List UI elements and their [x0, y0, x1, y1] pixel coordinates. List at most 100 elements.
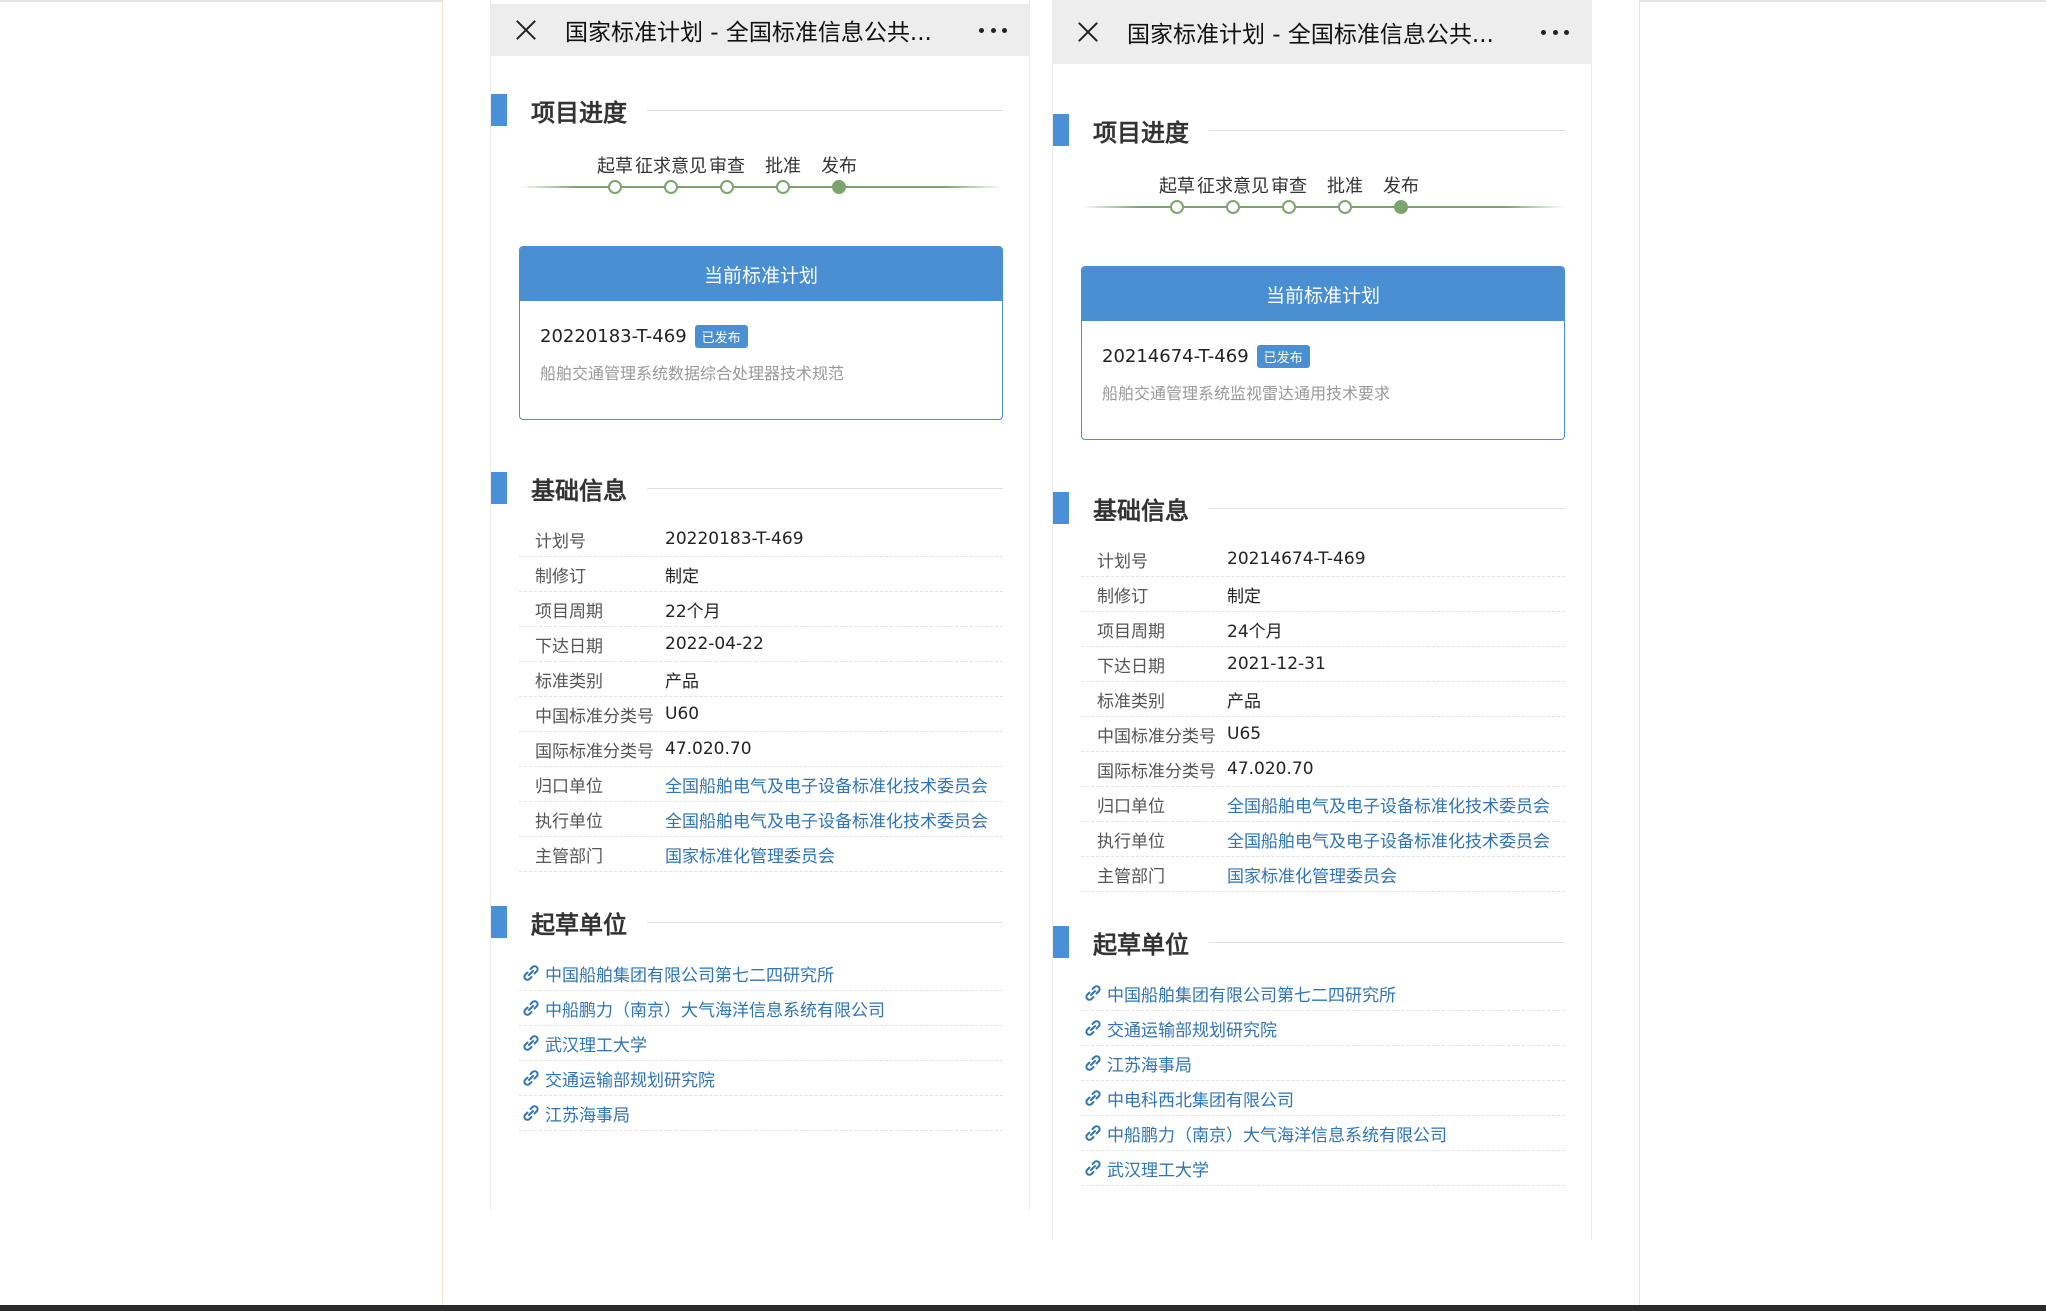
link-icon [1081, 1158, 1105, 1178]
progress-step-dot [1394, 200, 1408, 214]
drafting-unit-name[interactable]: 交通运输部规划研究院 [1107, 1016, 1277, 1041]
status-badge: 已发布 [694, 325, 748, 348]
info-value-link[interactable]: 全国船舶电气及电子设备标准化技术委员会 [665, 807, 988, 832]
info-row[interactable]: 执行单位 全国船舶电气及电子设备标准化技术委员会 [1081, 822, 1565, 857]
info-label: 项目周期 [1097, 621, 1165, 642]
current-plan-header: 当前标准计划 [1082, 267, 1564, 321]
drafting-unit-name[interactable]: 中电科西北集团有限公司 [1107, 1086, 1294, 1111]
bottom-strip [0, 1305, 2046, 1311]
drafting-unit-name[interactable]: 武汉理工大学 [1107, 1156, 1209, 1181]
info-label: 标准类别 [1097, 691, 1165, 712]
section-title: 起草单位 [531, 910, 627, 939]
drafting-unit-name[interactable]: 中国船舶集团有限公司第七二四研究所 [1107, 981, 1396, 1006]
progress-step-label: 审查 [1271, 176, 1307, 197]
progress-step-label: 批准 [765, 156, 801, 177]
drafting-unit-item[interactable]: 交通运输部规划研究院 [519, 1061, 1003, 1096]
divider [1209, 941, 1565, 943]
drafting-unit-item[interactable]: 武汉理工大学 [519, 1026, 1003, 1061]
info-value: 20214674-T-469 [1227, 549, 1366, 569]
progress-step-dot [1282, 200, 1296, 214]
info-label: 标准类别 [535, 671, 603, 692]
info-value-link[interactable]: 全国船舶电气及电子设备标准化技术委员会 [1227, 792, 1550, 817]
plan-number: 20220183-T-469 [540, 326, 687, 347]
drafting-unit-name[interactable]: 中船鹏力（南京）大气海洋信息系统有限公司 [1107, 1121, 1447, 1146]
section-header-drafting: 起草单位 [1053, 922, 1565, 962]
close-icon[interactable] [1071, 15, 1105, 49]
section-marker [491, 94, 507, 126]
info-row: 国际标准分类号 47.020.70 [1081, 752, 1565, 787]
drafting-unit-item[interactable]: 中国船舶集团有限公司第七二四研究所 [519, 956, 1003, 991]
info-value: 47.020.70 [1227, 759, 1314, 779]
drafting-unit-item[interactable]: 武汉理工大学 [1081, 1151, 1565, 1186]
section-header-progress: 项目进度 [1053, 110, 1565, 150]
info-row: 制修订 制定 [519, 557, 1003, 592]
drafting-unit-name[interactable]: 武汉理工大学 [545, 1031, 647, 1056]
section-header-progress: 项目进度 [491, 90, 1003, 130]
info-value-link[interactable]: 全国船舶电气及电子设备标准化技术委员会 [665, 772, 988, 797]
progress-line [1081, 206, 1565, 208]
progress-step-label: 征求意见 [635, 156, 707, 177]
progress-step-dot [720, 180, 734, 194]
info-value-link[interactable]: 国家标准化管理委员会 [1227, 862, 1397, 887]
link-icon [1081, 983, 1105, 1003]
drafting-unit-item[interactable]: 中电科西北集团有限公司 [1081, 1081, 1565, 1116]
drafting-unit-item[interactable]: 中船鹏力（南京）大气海洋信息系统有限公司 [519, 991, 1003, 1026]
info-row[interactable]: 归口单位 全国船舶电气及电子设备标准化技术委员会 [1081, 787, 1565, 822]
info-value: 制定 [665, 566, 699, 587]
link-icon [1081, 1088, 1105, 1108]
info-label: 下达日期 [535, 636, 603, 657]
info-label: 计划号 [535, 531, 586, 552]
page-title: 国家标准计划 - 全国标准信息公共... [565, 20, 932, 46]
info-value-link[interactable]: 国家标准化管理委员会 [665, 842, 835, 867]
info-value: 产品 [665, 671, 699, 692]
current-plan-card[interactable]: 当前标准计划 20214674-T-469 已发布 船舶交通管理系统监视雷达通用… [1081, 266, 1565, 440]
divider [1209, 507, 1565, 509]
info-label: 主管部门 [1097, 866, 1165, 887]
link-icon [519, 1033, 543, 1053]
progress-step-label: 批准 [1327, 176, 1363, 197]
section-marker [1053, 926, 1069, 958]
drafting-unit-name[interactable]: 中国船舶集团有限公司第七二四研究所 [545, 961, 834, 986]
link-icon [519, 998, 543, 1018]
divider [647, 921, 1003, 923]
drafting-unit-name[interactable]: 江苏海事局 [1107, 1051, 1192, 1076]
divider [1209, 129, 1565, 131]
drafting-unit-item[interactable]: 江苏海事局 [519, 1096, 1003, 1131]
section-marker [491, 906, 507, 938]
phone-screenshot-right: 国家标准计划 - 全国标准信息公共... 项目进度 起草 征求意见 审查 批准 发布 当… [1052, 0, 1592, 1240]
close-icon[interactable] [509, 13, 543, 47]
info-label: 国际标准分类号 [1097, 761, 1216, 782]
drafting-unit-item[interactable]: 中船鹏力（南京）大气海洋信息系统有限公司 [1081, 1116, 1565, 1151]
plan-name: 船舶交通管理系统数据综合处理器技术规范 [540, 364, 845, 383]
info-row[interactable]: 执行单位 全国船舶电气及电子设备标准化技术委员会 [519, 802, 1003, 837]
drafting-unit-item[interactable]: 中国船舶集团有限公司第七二四研究所 [1081, 976, 1565, 1011]
progress-step-dot [832, 180, 846, 194]
drafting-unit-name[interactable]: 交通运输部规划研究院 [545, 1066, 715, 1091]
progress-step-label: 发布 [821, 156, 857, 177]
info-label: 执行单位 [535, 811, 603, 832]
info-row: 中国标准分类号 U65 [1081, 717, 1565, 752]
info-value-link[interactable]: 全国船舶电气及电子设备标准化技术委员会 [1227, 827, 1550, 852]
drafting-unit-item[interactable]: 江苏海事局 [1081, 1046, 1565, 1081]
section-marker [1053, 114, 1069, 146]
current-plan-card[interactable]: 当前标准计划 20220183-T-469 已发布 船舶交通管理系统数据综合处理… [519, 246, 1003, 420]
plan-number: 20214674-T-469 [1102, 346, 1249, 367]
more-options-icon[interactable] [975, 15, 1011, 45]
title-bar: 国家标准计划 - 全国标准信息公共... [491, 4, 1029, 56]
drafting-unit-name[interactable]: 中船鹏力（南京）大气海洋信息系统有限公司 [545, 996, 885, 1021]
drafting-unit-item[interactable]: 交通运输部规划研究院 [1081, 1011, 1565, 1046]
info-label: 制修订 [1097, 586, 1148, 607]
info-label: 归口单位 [535, 776, 603, 797]
progress-line [519, 186, 1003, 188]
info-row[interactable]: 主管部门 国家标准化管理委员会 [519, 837, 1003, 872]
drafting-unit-name[interactable]: 江苏海事局 [545, 1101, 630, 1126]
info-row[interactable]: 主管部门 国家标准化管理委员会 [1081, 857, 1565, 892]
info-row[interactable]: 归口单位 全国船舶电气及电子设备标准化技术委员会 [519, 767, 1003, 802]
plan-name: 船舶交通管理系统监视雷达通用技术要求 [1102, 384, 1391, 403]
info-row: 中国标准分类号 U60 [519, 697, 1003, 732]
info-label: 中国标准分类号 [535, 706, 654, 727]
info-value: 2022-04-22 [665, 634, 764, 654]
basic-info-table: 计划号 20220183-T-469 制修订 制定 项目周期 22个月 下达日期 2022-0… [519, 522, 1003, 872]
more-options-icon[interactable] [1537, 17, 1573, 47]
info-row: 标准类别 产品 [1081, 682, 1565, 717]
